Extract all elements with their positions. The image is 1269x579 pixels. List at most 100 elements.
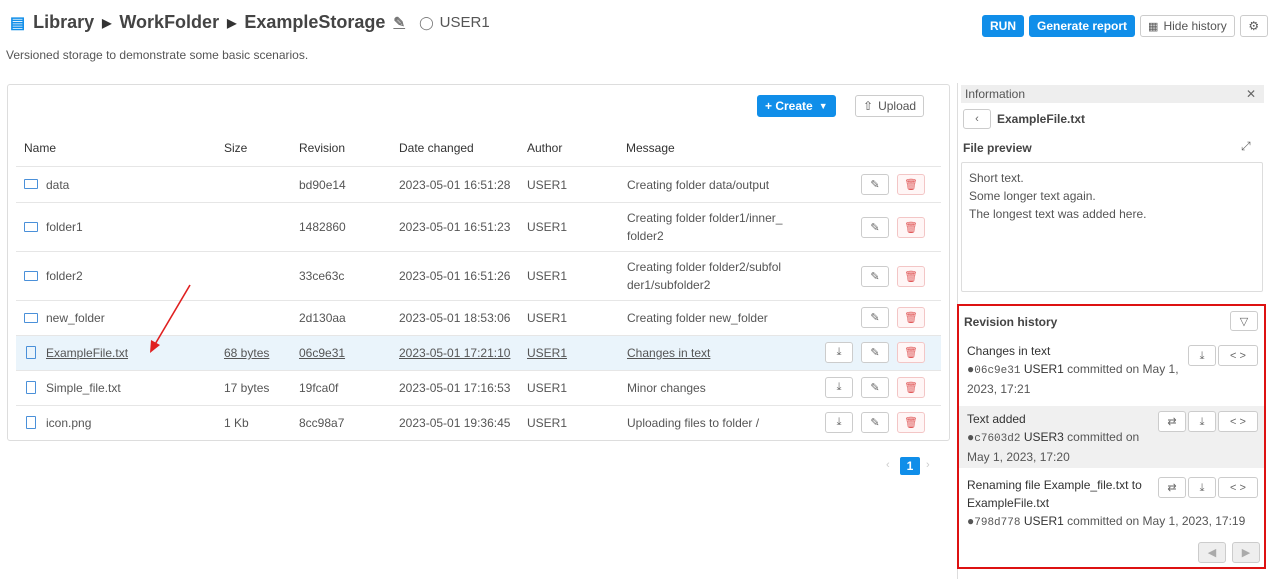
revision-history: Revision history ▽ Changes in text ●06c9… <box>957 304 1266 569</box>
hide-history-button[interactable]: ▦ Hide history <box>1140 15 1235 37</box>
preview-line: The longest text was added here. <box>969 207 1147 221</box>
row-message: Creating folder data/output <box>627 178 770 192</box>
row-name[interactable]: folder1 <box>46 220 83 234</box>
revision-item[interactable]: Renaming file Example_file.txt to Exampl… <box>959 476 1264 536</box>
edit-button[interactable]: ✎ <box>861 266 889 287</box>
download-icon: ⤓ <box>1199 349 1205 362</box>
table-row[interactable]: folder1 1482860 2023-05-01 16:51:23 USER… <box>16 202 941 251</box>
revision-author: USER1 <box>1023 514 1064 528</box>
file-preview: Short text. Some longer text again. The … <box>961 162 1263 292</box>
generate-report-button[interactable]: Generate report <box>1029 15 1136 37</box>
edit-button[interactable]: ✎ <box>861 174 889 195</box>
restore-icon: ⇄ <box>1167 481 1177 494</box>
upload-label: Upload <box>878 99 917 113</box>
delete-button[interactable]: 🗑 <box>897 412 925 433</box>
revision-history-title: Revision history <box>964 315 1058 329</box>
column-name[interactable]: Name <box>24 141 56 155</box>
delete-button[interactable]: 🗑 <box>897 217 925 238</box>
row-date: 2023-05-01 19:36:45 <box>399 416 511 430</box>
revision-author: USER3 <box>1023 430 1064 444</box>
page-1-button[interactable]: 1 <box>900 457 920 475</box>
trash-icon: 🗑 <box>904 179 918 191</box>
download-revision-button[interactable]: ⤓ <box>1188 411 1216 432</box>
compare-button[interactable]: < > <box>1218 345 1258 366</box>
row-author: USER1 <box>527 178 568 192</box>
row-name[interactable]: data <box>46 178 69 192</box>
row-name[interactable]: Simple_file.txt <box>46 381 121 395</box>
edit-button[interactable]: ✎ <box>861 342 889 363</box>
restore-button[interactable]: ⇄ <box>1158 477 1186 498</box>
edit-button[interactable]: ✎ <box>861 377 889 398</box>
column-revision[interactable]: Revision <box>299 141 345 155</box>
row-name[interactable]: folder2 <box>46 269 83 283</box>
history-next-button[interactable]: ▶ <box>1232 542 1260 563</box>
revision-item[interactable]: Text added ●c7603d2 USER3 committed on M… <box>959 406 1264 468</box>
settings-button[interactable]: ⚙ <box>1239 15 1268 37</box>
create-button[interactable]: + Create ▼ <box>757 95 836 117</box>
run-button[interactable]: RUN <box>982 15 1024 37</box>
triangle-right-icon: ▶ <box>1241 547 1251 559</box>
expand-icon[interactable]: ⤢ <box>1241 139 1251 154</box>
revision-item[interactable]: Changes in text ●06c9e31 USER1 committed… <box>959 342 1264 402</box>
row-size: 1 Kb <box>224 416 249 430</box>
upload-button[interactable]: ⇧ Upload <box>855 95 925 117</box>
hide-history-label: Hide history <box>1163 19 1227 33</box>
close-icon[interactable]: ✕ <box>1246 85 1256 103</box>
owner-user[interactable]: USER1 <box>440 14 490 31</box>
download-revision-button[interactable]: ⤓ <box>1188 345 1216 366</box>
column-date[interactable]: Date changed <box>399 141 474 155</box>
breadcrumb-library[interactable]: Library <box>33 12 94 33</box>
row-message: Creating folder folder1/inner_ <box>627 211 783 225</box>
compare-button[interactable]: < > <box>1218 411 1258 432</box>
edit-button[interactable]: ✎ <box>861 307 889 328</box>
delete-button[interactable]: 🗑 <box>897 307 925 328</box>
download-revision-button[interactable]: ⤓ <box>1188 477 1216 498</box>
back-button[interactable]: ‹ <box>963 109 991 129</box>
filter-button[interactable]: ▽ <box>1230 311 1258 331</box>
table-row[interactable]: Simple_file.txt 17 bytes 19fca0f 2023-05… <box>16 370 941 405</box>
breadcrumb: ▤ Library ▶ WorkFolder ▶ ExampleStorage … <box>10 12 490 33</box>
column-message[interactable]: Message <box>626 141 675 155</box>
row-message: Uploading files to folder / <box>627 416 760 430</box>
edit-button[interactable]: ✎ <box>861 412 889 433</box>
folder-icon <box>24 271 38 281</box>
row-date: 2023-05-01 16:51:28 <box>399 178 511 192</box>
column-size[interactable]: Size <box>224 141 247 155</box>
row-size: 68 bytes <box>224 346 270 360</box>
revision-author: USER1 <box>1023 362 1064 376</box>
chevron-down-icon: ▼ <box>818 101 828 111</box>
triangle-left-icon: ◀ <box>1207 547 1217 559</box>
breadcrumb-workfolder[interactable]: WorkFolder <box>119 12 219 33</box>
trash-icon: 🗑 <box>904 222 918 234</box>
delete-button[interactable]: 🗑 <box>897 174 925 195</box>
row-name[interactable]: new_folder <box>46 311 105 325</box>
edit-title-icon[interactable]: ✎ <box>393 14 405 31</box>
code-icon: < > <box>1230 415 1246 428</box>
code-icon: < > <box>1230 481 1246 494</box>
history-prev-button[interactable]: ◀ <box>1198 542 1226 563</box>
edit-button[interactable]: ✎ <box>861 217 889 238</box>
delete-button[interactable]: 🗑 <box>897 342 925 363</box>
column-author[interactable]: Author <box>527 141 562 155</box>
row-revision: 33ce63c <box>299 269 345 283</box>
compare-button[interactable]: < > <box>1218 477 1258 498</box>
prev-page-icon[interactable]: ‹ <box>886 459 890 471</box>
table-row[interactable]: data bd90e14 2023-05-01 16:51:28 USER1 C… <box>16 166 941 202</box>
filter-icon: ▽ <box>1239 315 1249 328</box>
delete-button[interactable]: 🗑 <box>897 266 925 287</box>
table-row[interactable]: icon.png 1 Kb 8cc98a7 2023-05-01 19:36:4… <box>16 405 941 440</box>
download-button[interactable]: ⤓ <box>825 342 853 363</box>
row-revision: 06c9e31 <box>299 346 346 360</box>
next-page-icon[interactable]: › <box>926 459 930 471</box>
download-button[interactable]: ⤓ <box>825 377 853 398</box>
delete-button[interactable]: 🗑 <box>897 377 925 398</box>
folder-icon <box>24 179 38 189</box>
row-name[interactable]: icon.png <box>46 416 91 430</box>
restore-button[interactable]: ⇄ <box>1158 411 1186 432</box>
pencil-icon: ✎ <box>870 179 880 191</box>
row-revision: 19fca0f <box>299 381 339 395</box>
row-author: USER1 <box>527 220 568 234</box>
row-name[interactable]: ExampleFile.txt <box>46 346 128 360</box>
info-file-name: ExampleFile.txt <box>997 112 1086 126</box>
download-button[interactable]: ⤓ <box>825 412 853 433</box>
